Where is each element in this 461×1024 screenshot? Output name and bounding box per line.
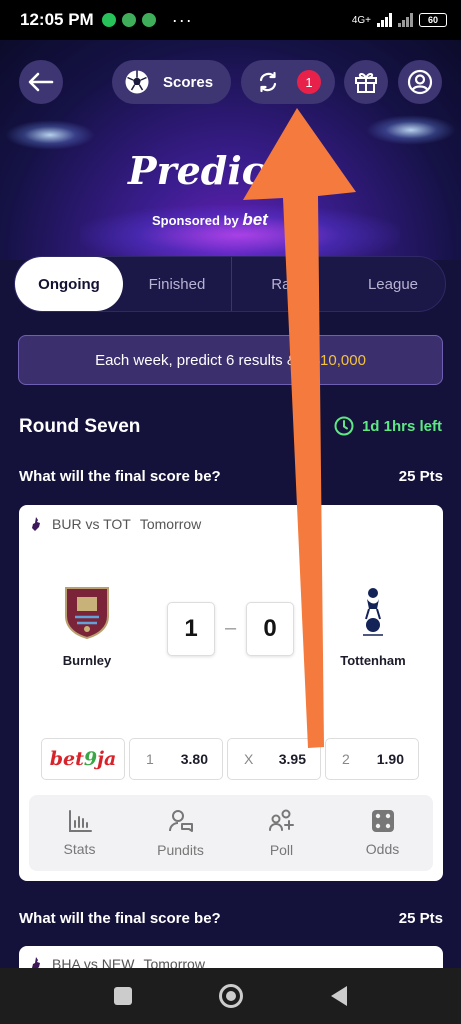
- recent-apps-button[interactable]: [113, 987, 132, 1005]
- whatsapp-status-icon: [101, 13, 116, 27]
- home-button[interactable]: [219, 984, 244, 1008]
- user-icon: [407, 69, 433, 95]
- stats-label: Stats: [63, 841, 96, 857]
- signal-icon-2: [398, 13, 413, 27]
- clock-icon: [334, 416, 354, 436]
- bookmaker-name-num: 9: [83, 748, 98, 770]
- odd-value: 1.90: [376, 751, 404, 767]
- question-points: 25 Pts: [398, 468, 443, 485]
- stadium-lights-left: [5, 120, 95, 150]
- odds-button[interactable]: Odds: [332, 795, 433, 871]
- home-team: Burnley: [27, 585, 147, 668]
- sponsor-brand: bet: [242, 210, 268, 229]
- poll-icon: [268, 809, 294, 831]
- odd-key: X: [244, 751, 254, 767]
- profile-button[interactable]: [398, 60, 442, 104]
- status-bar: 12:05 PM ··· 4G+ 60: [0, 0, 461, 40]
- odd-key: 2: [342, 751, 350, 767]
- question-text: What will the final score be?: [19, 468, 221, 485]
- status-time: 12:05 PM: [20, 10, 94, 29]
- question-row-2: What will the final score be? 25 Pts: [19, 910, 443, 927]
- app-status-icon-2: [141, 13, 156, 27]
- time-left: 1d 1hrs left: [334, 416, 442, 436]
- bookmaker-name-suffix: ja: [97, 748, 117, 770]
- back-button[interactable]: [19, 60, 63, 104]
- match-teams: BUR vs TOT: [52, 516, 131, 532]
- away-team-name: Tottenham: [340, 653, 406, 668]
- dice-icon: [371, 810, 394, 832]
- question-row: What will the final score be? 25 Pts: [19, 468, 443, 485]
- tab-ongoing[interactable]: Ongoing: [15, 257, 123, 311]
- notification-badge: 1: [297, 70, 321, 94]
- refresh-button[interactable]: 1: [241, 60, 335, 104]
- system-navbar: [0, 968, 461, 1024]
- odds-label: Odds: [365, 841, 400, 857]
- time-left-text: 1d 1hrs left: [361, 417, 442, 435]
- match-actions: Stats Pundits Poll Odds: [29, 795, 433, 871]
- odd-value: 3.80: [180, 751, 208, 767]
- match-header: BUR vs TOT Tomorrow: [29, 516, 201, 532]
- stadium-lights-right: [366, 115, 456, 145]
- refresh-icon: [259, 71, 277, 93]
- odd-away[interactable]: 2 1.90: [325, 738, 419, 780]
- promo-amount: $10,000: [311, 351, 366, 369]
- sponsor-text: Sponsored by: [152, 213, 239, 228]
- soccer-ball-icon: [125, 70, 149, 94]
- round-title: Round Seven: [19, 416, 141, 437]
- match-card: BUR vs TOT Tomorrow Burnley Tottenham 1 …: [19, 505, 443, 881]
- tottenham-crest-icon: [363, 588, 383, 636]
- sponsor-line: Sponsored by bet: [152, 210, 268, 230]
- promo-text: Each week, predict 6 results &: [95, 351, 297, 369]
- promo-banner[interactable]: Each week, predict 6 results & N $10,000: [18, 335, 443, 385]
- more-notifications-icon: ···: [171, 9, 193, 30]
- odd-key: 1: [146, 751, 154, 767]
- tab-rankings[interactable]: Ran: [231, 257, 339, 311]
- scores-button[interactable]: Scores: [112, 60, 231, 104]
- match-when: Tomorrow: [139, 516, 202, 532]
- network-type: 4G+: [351, 14, 371, 26]
- app-status-icon: [121, 13, 136, 27]
- pundits-icon: [168, 810, 193, 832]
- tab-league[interactable]: League: [339, 257, 447, 311]
- odd-draw[interactable]: X 3.95: [227, 738, 321, 780]
- odd-value: 3.95: [278, 751, 306, 767]
- arrow-left-icon: [28, 72, 54, 92]
- stats-icon: [68, 810, 92, 832]
- poll-label: Poll: [269, 842, 294, 858]
- promo-text-tail: N: [296, 351, 308, 369]
- bookmaker-name-prefix: bet: [49, 748, 84, 770]
- burnley-crest-icon: [65, 587, 109, 639]
- home-score-input[interactable]: 1: [167, 602, 215, 656]
- premier-league-icon: [32, 517, 40, 531]
- pundits-button[interactable]: Pundits: [130, 795, 231, 871]
- gift-button[interactable]: [344, 60, 388, 104]
- home-team-name: Burnley: [62, 653, 112, 668]
- hero-title: Predic: [128, 148, 265, 193]
- away-score-input[interactable]: 0: [246, 602, 294, 656]
- tab-finished[interactable]: Finished: [123, 257, 231, 311]
- odd-home[interactable]: 1 3.80: [129, 738, 223, 780]
- question-points-2: 25 Pts: [398, 910, 443, 927]
- pundits-label: Pundits: [157, 842, 204, 858]
- tab-bar: Ongoing Finished Ran League: [14, 256, 446, 312]
- back-nav-button[interactable]: [331, 986, 348, 1006]
- bookmaker-logo[interactable]: bet 9 ja: [41, 738, 125, 780]
- battery-icon: 60: [419, 13, 447, 27]
- signal-icon: [377, 13, 392, 27]
- gift-icon: [355, 72, 377, 93]
- question-text-2: What will the final score be?: [19, 910, 221, 927]
- poll-button[interactable]: Poll: [231, 795, 332, 871]
- away-team: Tottenham: [313, 585, 433, 668]
- score-separator: –: [225, 617, 237, 639]
- odds-row: bet 9 ja 1 3.80 X 3.95 2 1.90: [41, 738, 419, 780]
- hero-banner: Predic Sponsored by bet: [0, 40, 461, 260]
- scores-label: Scores: [163, 73, 214, 91]
- stats-button[interactable]: Stats: [29, 795, 130, 871]
